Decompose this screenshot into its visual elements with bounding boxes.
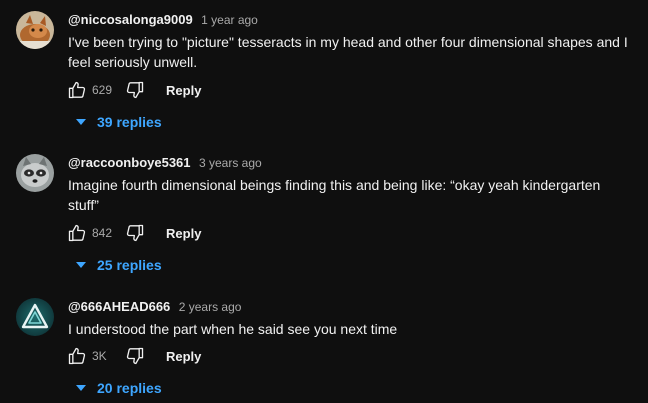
comment-timestamp[interactable]: 1 year ago [201, 13, 258, 27]
comment-author[interactable]: @666AHEAD666 [68, 299, 170, 314]
caret-down-icon [76, 385, 86, 391]
comments-section: @niccosalonga9009 1 year ago I've been t… [0, 0, 648, 403]
dislike-button[interactable] [124, 79, 146, 101]
avatar[interactable] [16, 11, 54, 49]
like-count: 3K [92, 349, 107, 363]
comment-thread: @666AHEAD666 2 years ago I understood th… [0, 286, 648, 403]
comment-timestamp[interactable]: 3 years ago [199, 156, 262, 170]
reply-button[interactable]: Reply [166, 349, 201, 364]
comment-author[interactable]: @raccoonboye5361 [68, 155, 191, 170]
triangle-logo-avatar-icon [16, 298, 54, 336]
thumbs-up-icon [68, 224, 86, 242]
avatar[interactable] [16, 154, 54, 192]
cat-avatar-icon [16, 11, 54, 49]
like-count: 842 [92, 226, 113, 240]
thumbs-down-icon [126, 81, 144, 99]
avatar[interactable] [16, 298, 54, 336]
dislike-button[interactable] [124, 345, 146, 367]
caret-down-icon [76, 119, 86, 125]
reply-button[interactable]: Reply [166, 83, 201, 98]
replies-count-label: 20 replies [97, 380, 162, 396]
raccoon-avatar-icon [16, 154, 54, 192]
comment-text: Imagine fourth dimensional beings findin… [68, 177, 601, 213]
caret-down-icon [76, 262, 86, 268]
comment-author[interactable]: @niccosalonga9009 [68, 12, 193, 27]
like-button[interactable] [66, 345, 88, 367]
view-replies-button[interactable]: 25 replies [76, 255, 162, 275]
thumbs-up-icon [68, 347, 86, 365]
thumbs-up-icon [68, 81, 86, 99]
view-replies-button[interactable]: 39 replies [76, 112, 162, 132]
replies-count-label: 25 replies [97, 257, 162, 273]
dislike-button[interactable] [124, 222, 146, 244]
view-replies-button[interactable]: 20 replies [76, 378, 162, 398]
reply-button[interactable]: Reply [166, 226, 201, 241]
comment-text: I understood the part when he said see y… [68, 321, 398, 337]
comment-thread: @niccosalonga9009 1 year ago I've been t… [0, 0, 648, 143]
thumbs-down-icon [126, 347, 144, 365]
thumbs-down-icon [126, 224, 144, 242]
like-button[interactable] [66, 79, 88, 101]
comment-thread: @raccoonboye5361 3 years ago Imagine fou… [0, 143, 648, 286]
replies-count-label: 39 replies [97, 114, 162, 130]
like-button[interactable] [66, 222, 88, 244]
comment-timestamp[interactable]: 2 years ago [179, 300, 242, 314]
comment-text: I've been trying to "picture" tesseracts… [68, 34, 628, 70]
like-count: 629 [92, 83, 113, 97]
